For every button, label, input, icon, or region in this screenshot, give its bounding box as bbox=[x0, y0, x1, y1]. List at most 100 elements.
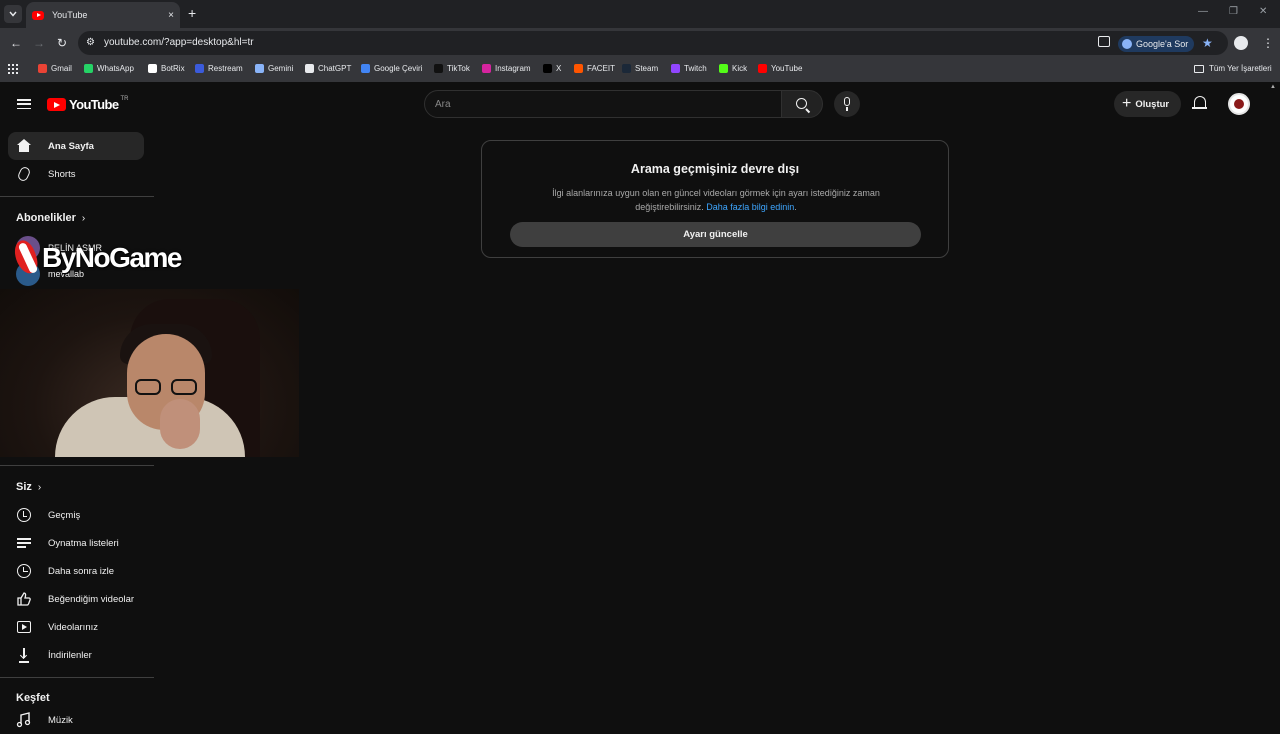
bookmark-item[interactable]: FACEIT bbox=[574, 64, 615, 73]
browser-tab-bar: YouTube × + — ❐ ✕ bbox=[0, 0, 1280, 28]
address-bar[interactable]: ⚙ youtube.com/?app=desktop&hl=tr bbox=[78, 31, 1228, 55]
new-tab-button[interactable]: + bbox=[188, 6, 196, 20]
sidebar-item-watch-later[interactable]: Daha sonra izle bbox=[8, 557, 144, 585]
microphone-icon bbox=[844, 97, 850, 106]
bookmark-favicon-icon bbox=[148, 64, 157, 73]
search-icon bbox=[796, 98, 807, 109]
bookmark-favicon-icon bbox=[622, 64, 631, 73]
browser-menu-icon[interactable]: ⋮ bbox=[1262, 36, 1274, 50]
voice-search-button[interactable] bbox=[834, 91, 860, 117]
bookmark-item[interactable]: BotRix bbox=[148, 64, 185, 73]
subscriptions-title: Abonelikler bbox=[16, 212, 76, 224]
sidebar-item-playlists[interactable]: Oynatma listeleri bbox=[8, 529, 144, 557]
bookmark-item[interactable]: Kick bbox=[719, 64, 747, 73]
back-button[interactable]: ← bbox=[10, 36, 22, 50]
create-button[interactable]: + Oluştur bbox=[1114, 91, 1182, 117]
close-window-button[interactable]: ✕ bbox=[1259, 6, 1267, 17]
sidebar-item-label: Daha sonra izle bbox=[48, 565, 115, 577]
bookmark-item[interactable]: YouTube bbox=[758, 64, 802, 73]
you-header[interactable]: Siz › bbox=[16, 481, 41, 493]
bookmark-favicon-icon bbox=[255, 64, 264, 73]
sidebar-item-home[interactable]: Ana Sayfa bbox=[8, 132, 144, 160]
youtube-logo[interactable]: YouTube TR bbox=[47, 95, 129, 112]
tab-search-button[interactable] bbox=[4, 5, 22, 23]
subscriptions-header[interactable]: Abonelikler › bbox=[16, 212, 85, 224]
sidebar-item-label: İndirilenler bbox=[48, 649, 92, 661]
site-info-icon[interactable]: ⚙ bbox=[86, 37, 95, 48]
restore-button[interactable]: ❐ bbox=[1229, 6, 1238, 17]
scroll-up-arrow-icon[interactable]: ▲ bbox=[1270, 84, 1276, 90]
notifications-bell-icon[interactable] bbox=[1192, 96, 1207, 109]
bynogame-mark-icon bbox=[11, 237, 41, 277]
sidebar-item-history[interactable]: Geçmiş bbox=[8, 501, 144, 529]
browser-profile-icon[interactable] bbox=[1234, 36, 1248, 50]
shorts-icon bbox=[16, 165, 32, 183]
learn-more-link[interactable]: Daha fazla bilgi edinin bbox=[706, 202, 794, 212]
url-text[interactable]: youtube.com/?app=desktop&hl=tr bbox=[104, 37, 254, 48]
overlay-brand-text: ByNoGame bbox=[42, 242, 182, 273]
bookmark-item[interactable]: Gmail bbox=[38, 64, 72, 73]
bookmark-favicon-icon bbox=[671, 64, 680, 73]
bookmark-label: Twitch bbox=[684, 64, 707, 73]
apps-grid-icon[interactable] bbox=[8, 64, 18, 74]
search-history-disabled-notice: Arama geçmişiniz devre dışı İlgi alanlar… bbox=[481, 140, 949, 258]
explore-header: Keşfet bbox=[16, 692, 50, 704]
bookmark-favicon-icon bbox=[434, 64, 443, 73]
reload-button[interactable]: ↻ bbox=[57, 36, 67, 50]
sidebar-item-your-videos[interactable]: Videolarınız bbox=[8, 613, 144, 641]
guide-menu-icon[interactable] bbox=[17, 99, 31, 109]
sidebar-divider bbox=[0, 465, 154, 466]
bookmark-favicon-icon bbox=[543, 64, 552, 73]
tab-close-icon[interactable]: × bbox=[168, 10, 174, 21]
minimize-button[interactable]: — bbox=[1198, 6, 1208, 17]
sidebar-item-shorts[interactable]: Shorts bbox=[8, 160, 144, 188]
notice-link-suffix: . bbox=[794, 202, 797, 212]
sidebar-item-music[interactable]: Müzik bbox=[8, 706, 144, 734]
bookmark-item[interactable]: X bbox=[543, 64, 561, 73]
install-app-icon[interactable] bbox=[1098, 36, 1110, 47]
google-lens-icon bbox=[1122, 39, 1132, 49]
bookmark-item[interactable]: ChatGPT bbox=[305, 64, 351, 73]
bookmark-item[interactable]: Instagram bbox=[482, 64, 531, 73]
account-avatar[interactable] bbox=[1228, 93, 1250, 115]
bookmark-favicon-icon bbox=[195, 64, 204, 73]
thumbs-up-icon bbox=[16, 591, 32, 607]
bookmark-label: Gmail bbox=[51, 64, 72, 73]
all-bookmarks-button[interactable]: Tüm Yer İşaretleri bbox=[1194, 64, 1272, 73]
sidebar-item-liked-videos[interactable]: Beğendiğim videolar bbox=[8, 585, 144, 613]
sidebar-divider bbox=[0, 196, 154, 197]
country-code: TR bbox=[120, 95, 129, 102]
bookmark-label: Gemini bbox=[268, 64, 294, 73]
bookmark-favicon-icon bbox=[361, 64, 370, 73]
bookmark-star-icon[interactable]: ★ bbox=[1202, 36, 1213, 50]
tab-title: YouTube bbox=[52, 10, 88, 20]
bookmark-favicon-icon bbox=[719, 64, 728, 73]
folder-icon bbox=[1194, 64, 1204, 73]
bookmark-item[interactable]: Steam bbox=[622, 64, 658, 73]
plus-icon: + bbox=[1122, 95, 1132, 112]
sidebar-item-label: Geçmiş bbox=[48, 509, 81, 521]
bookmark-label: WhatsApp bbox=[97, 64, 134, 73]
google-sor-button[interactable]: Google'a Sor bbox=[1118, 36, 1195, 52]
browser-tab-youtube[interactable]: YouTube × bbox=[26, 2, 180, 28]
bookmark-item[interactable]: Twitch bbox=[671, 64, 707, 73]
bynogame-overlay-logo: ByNoGame bbox=[11, 237, 182, 277]
forward-button[interactable]: → bbox=[33, 36, 45, 50]
bookmark-item[interactable]: TikTok bbox=[434, 64, 470, 73]
bookmark-label: Google Çeviri bbox=[374, 64, 423, 73]
update-setting-button[interactable]: Ayarı güncelle bbox=[510, 222, 921, 247]
bookmark-label: Steam bbox=[635, 64, 659, 73]
bookmark-item[interactable]: Gemini bbox=[255, 64, 293, 73]
youtube-masthead: YouTube TR + Oluştur bbox=[0, 84, 1280, 124]
chevron-right-icon: › bbox=[37, 481, 42, 493]
search-button[interactable] bbox=[781, 90, 823, 118]
clock-icon bbox=[16, 563, 32, 579]
sidebar-item-label: Oynatma listeleri bbox=[48, 537, 119, 549]
bookmark-item[interactable]: WhatsApp bbox=[84, 64, 134, 73]
playlist-icon bbox=[16, 535, 32, 551]
youtube-play-icon bbox=[47, 98, 66, 111]
search-input[interactable] bbox=[424, 90, 782, 118]
bookmark-item[interactable]: Google Çeviri bbox=[361, 64, 422, 73]
sidebar-item-downloads[interactable]: İndirilenler bbox=[8, 641, 144, 669]
bookmark-item[interactable]: Restream bbox=[195, 64, 243, 73]
